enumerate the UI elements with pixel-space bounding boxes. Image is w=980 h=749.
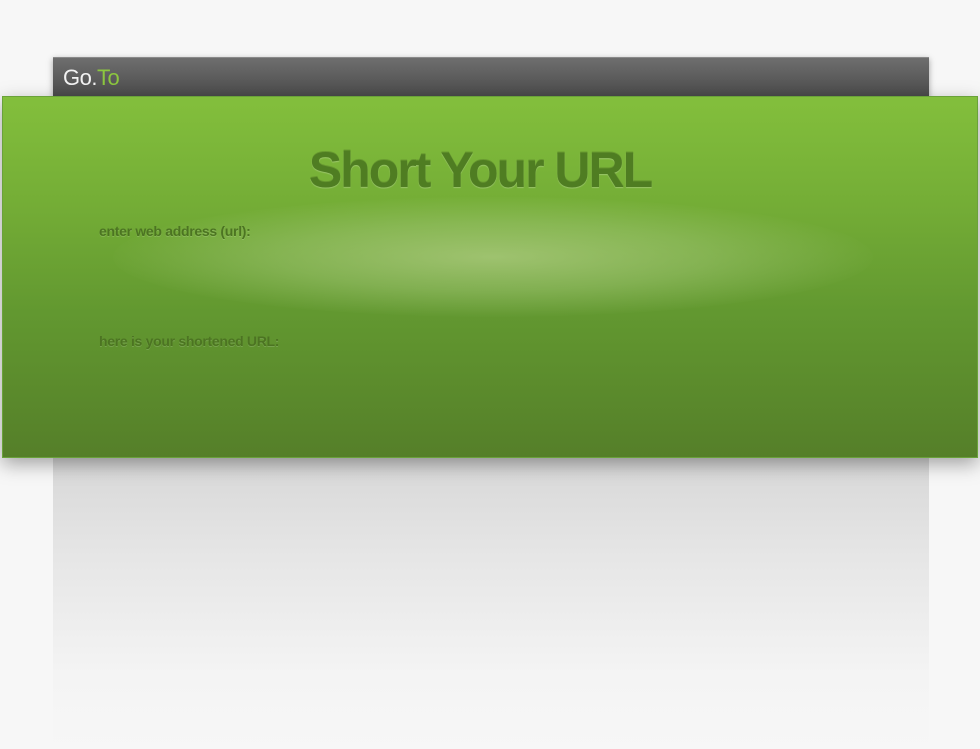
url-input[interactable] xyxy=(99,249,863,285)
logo-go: Go. xyxy=(63,65,97,90)
logo-to: To xyxy=(96,65,120,90)
page-title: Short Your URL xyxy=(308,142,653,198)
shortener-panel: Short Your URL enter web address (url): … xyxy=(2,96,978,458)
shortened-url-label: here is your shortened URL: xyxy=(99,333,280,349)
url-label: enter web address (url): xyxy=(99,223,251,239)
logo[interactable]: Go.To xyxy=(63,64,120,92)
content-background xyxy=(53,455,929,749)
shortened-url-output[interactable] xyxy=(99,359,859,389)
header-bar: Go.To xyxy=(53,57,929,98)
page: Go.To Short Your URL enter web address (… xyxy=(0,0,980,749)
